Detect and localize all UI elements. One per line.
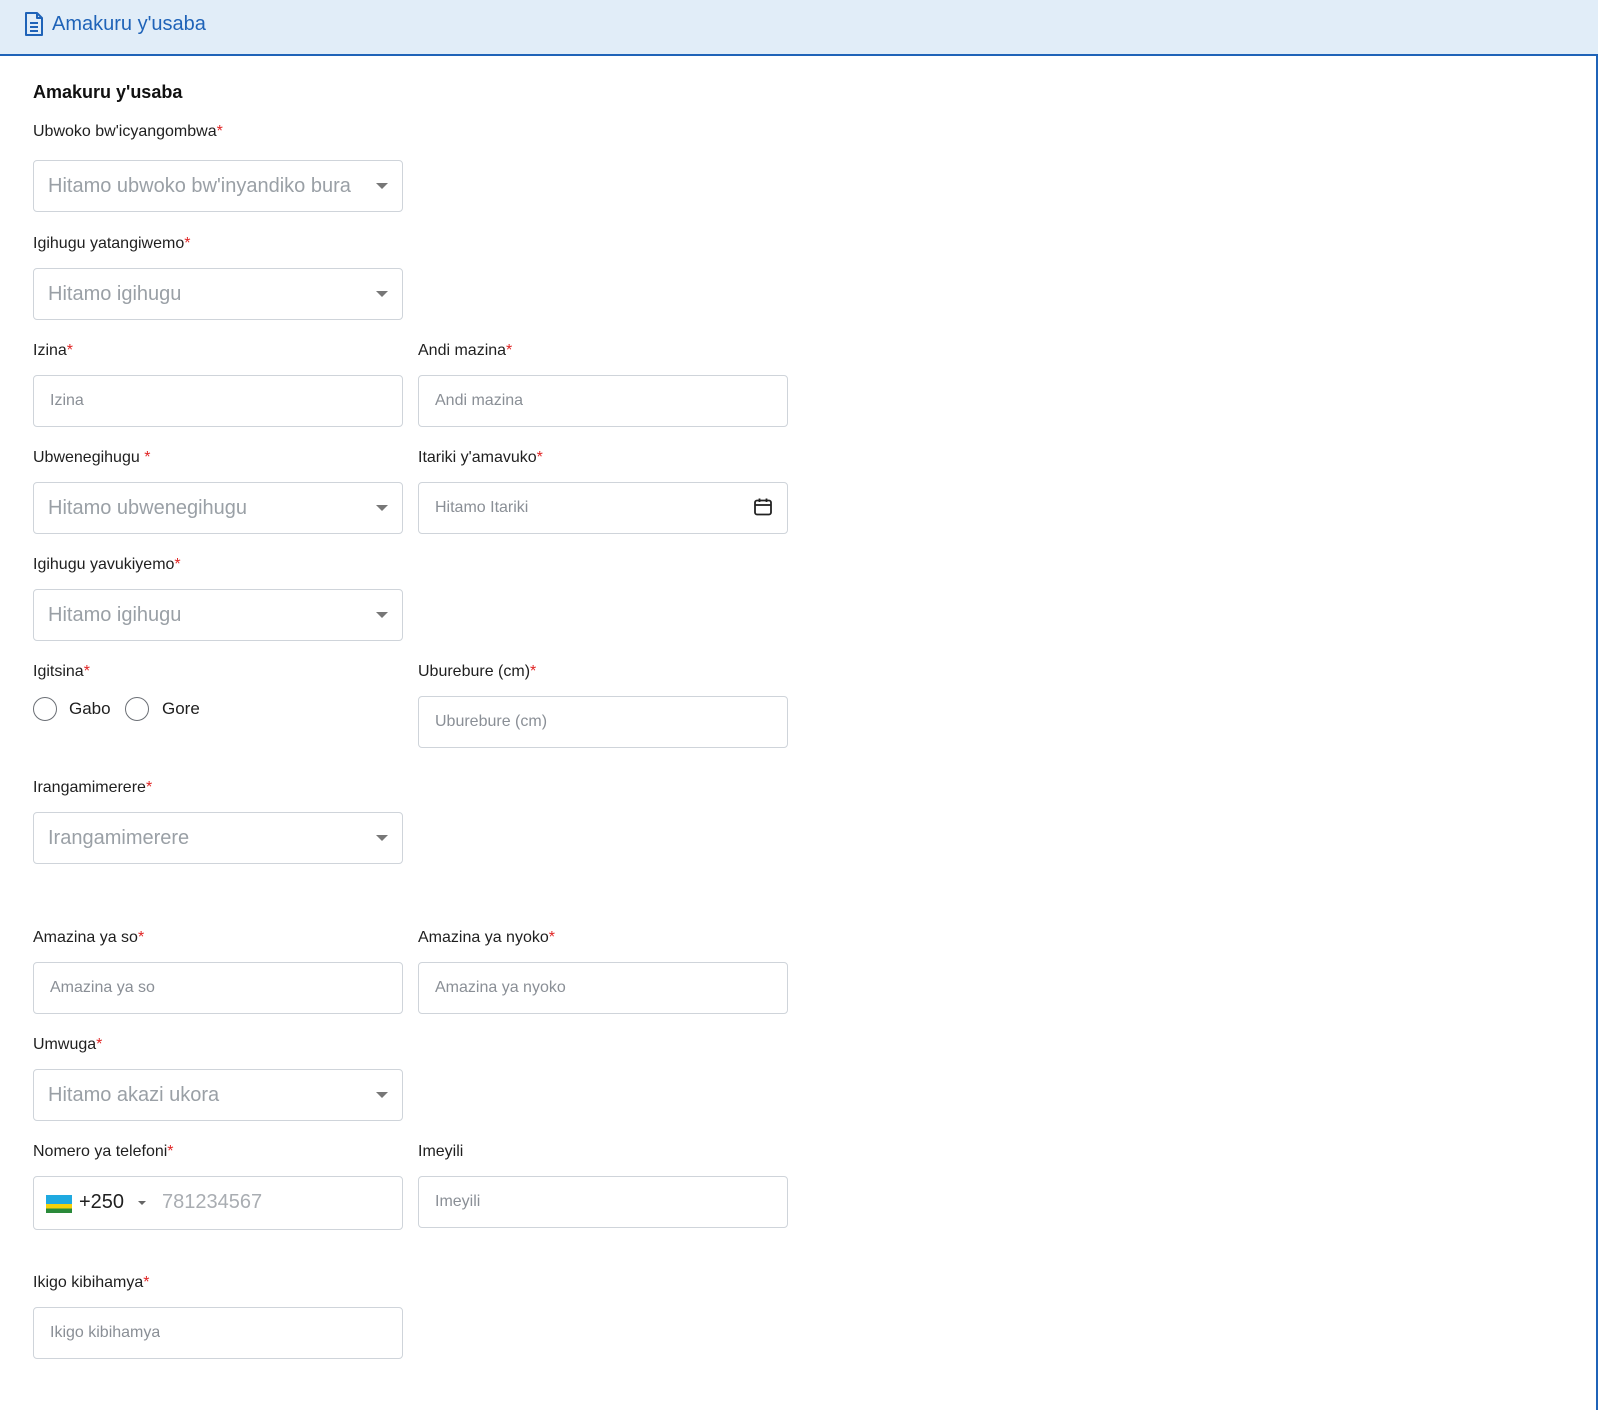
occupation-select[interactable]: Hitamo akazi ukora	[33, 1069, 403, 1121]
birth-date-input[interactable]: Hitamo Itariki	[418, 482, 788, 534]
caret-down-icon	[376, 1092, 388, 1098]
caret-down-icon	[376, 612, 388, 618]
father-name-label: Amazina ya so*	[33, 929, 145, 946]
document-type-select[interactable]: Hitamo ubwoko bw'inyandiko bura	[33, 160, 403, 212]
email-placeholder: Imeyili	[435, 1193, 481, 1210]
marital-status-select[interactable]: Irangamimerere	[33, 812, 403, 864]
first-name-placeholder: Izina	[50, 392, 84, 409]
caret-down-icon	[376, 835, 388, 841]
father-name-placeholder: Amazina ya so	[50, 979, 155, 996]
occupation-placeholder: Hitamo akazi ukora	[48, 1084, 220, 1106]
phone-country-code[interactable]: +250	[79, 1177, 124, 1227]
required-mark: *	[167, 1143, 174, 1160]
nationality-placeholder: Hitamo ubwenegihugu	[48, 497, 248, 519]
required-mark: *	[66, 342, 74, 359]
required-mark: *	[137, 929, 145, 946]
required-mark: *	[145, 779, 153, 796]
institution-input[interactable]: Ikigo kibihamya	[33, 1307, 403, 1359]
birth-country-placeholder: Hitamo igihugu	[48, 604, 182, 626]
height-placeholder: Uburebure (cm)	[435, 713, 548, 730]
institution-label: Ikigo kibihamya*	[33, 1274, 150, 1291]
document-type-placeholder: Hitamo ubwoko bw'inyandiko bura	[48, 175, 351, 197]
origin-country-select[interactable]: Hitamo igihugu	[33, 268, 403, 320]
required-mark: *	[184, 235, 191, 252]
height-label: Uburebure (cm)*	[418, 663, 537, 680]
phone-label: Nomero ya telefoni*	[33, 1143, 174, 1160]
required-mark: *	[144, 449, 151, 466]
nationality-label: Ubwenegihugu *	[33, 449, 151, 466]
gender-radio-gabo[interactable]	[33, 697, 57, 721]
section-title: Amakuru y'usaba	[33, 82, 183, 102]
required-mark: *	[83, 663, 90, 680]
marital-status-placeholder: Irangamimerere	[48, 827, 190, 849]
caret-down-icon	[376, 291, 388, 297]
gender-radio-gore[interactable]	[125, 697, 149, 721]
gender-label: Igitsina*	[33, 663, 90, 680]
origin-country-label: Igihugu yatangiwemo*	[33, 235, 191, 252]
phone-input[interactable]: +250 781234567	[33, 1176, 403, 1230]
birth-country-select[interactable]: Hitamo igihugu	[33, 589, 403, 641]
required-mark: *	[536, 449, 543, 466]
required-mark: *	[174, 556, 181, 573]
occupation-label: Umwuga*	[33, 1036, 103, 1053]
required-mark: *	[216, 123, 223, 140]
first-name-input[interactable]: Izina	[33, 375, 403, 427]
birth-date-label: Itariki y'amavuko*	[418, 449, 543, 466]
birth-date-placeholder: Hitamo Itariki	[435, 499, 529, 516]
gender-option-label[interactable]: Gabo	[69, 699, 111, 719]
document-type-label: Ubwoko bw'icyangombwa*	[33, 123, 223, 140]
document-icon	[25, 12, 43, 36]
other-names-input[interactable]: Andi mazina	[418, 375, 788, 427]
marital-status-label: Irangamimerere*	[33, 779, 153, 796]
first-name-label: Izina*	[33, 342, 74, 359]
other-names-placeholder: Andi mazina	[435, 392, 524, 409]
required-mark: *	[506, 342, 513, 359]
caret-down-icon	[376, 505, 388, 511]
email-label: Imeyili	[418, 1143, 464, 1160]
phone-placeholder: 781234567	[162, 1191, 263, 1213]
mother-name-input[interactable]: Amazina ya nyoko	[418, 962, 788, 1014]
panel-header-title: Amakuru y'usaba	[52, 13, 206, 35]
required-mark: *	[548, 929, 555, 946]
required-mark: *	[96, 1036, 103, 1053]
mother-name-label: Amazina ya nyoko*	[418, 929, 555, 946]
origin-country-placeholder: Hitamo igihugu	[48, 283, 182, 305]
email-input[interactable]: Imeyili	[418, 1176, 788, 1228]
height-input[interactable]: Uburebure (cm)	[418, 696, 788, 748]
calendar-icon[interactable]	[753, 497, 773, 517]
mother-name-placeholder: Amazina ya nyoko	[435, 979, 566, 996]
gender-option-label[interactable]: Gore	[162, 699, 200, 719]
required-mark: *	[143, 1274, 150, 1291]
birth-country-label: Igihugu yavukiyemo*	[33, 556, 181, 573]
panel-header: Amakuru y'usaba	[0, 0, 1598, 56]
rwanda-flag-icon[interactable]	[46, 1195, 72, 1213]
caret-down-icon[interactable]	[138, 1201, 146, 1205]
institution-placeholder: Ikigo kibihamya	[50, 1324, 161, 1341]
other-names-label: Andi mazina*	[418, 342, 513, 359]
father-name-input[interactable]: Amazina ya so	[33, 962, 403, 1014]
caret-down-icon	[376, 183, 388, 189]
required-mark: *	[530, 663, 537, 680]
nationality-select[interactable]: Hitamo ubwenegihugu	[33, 482, 403, 534]
